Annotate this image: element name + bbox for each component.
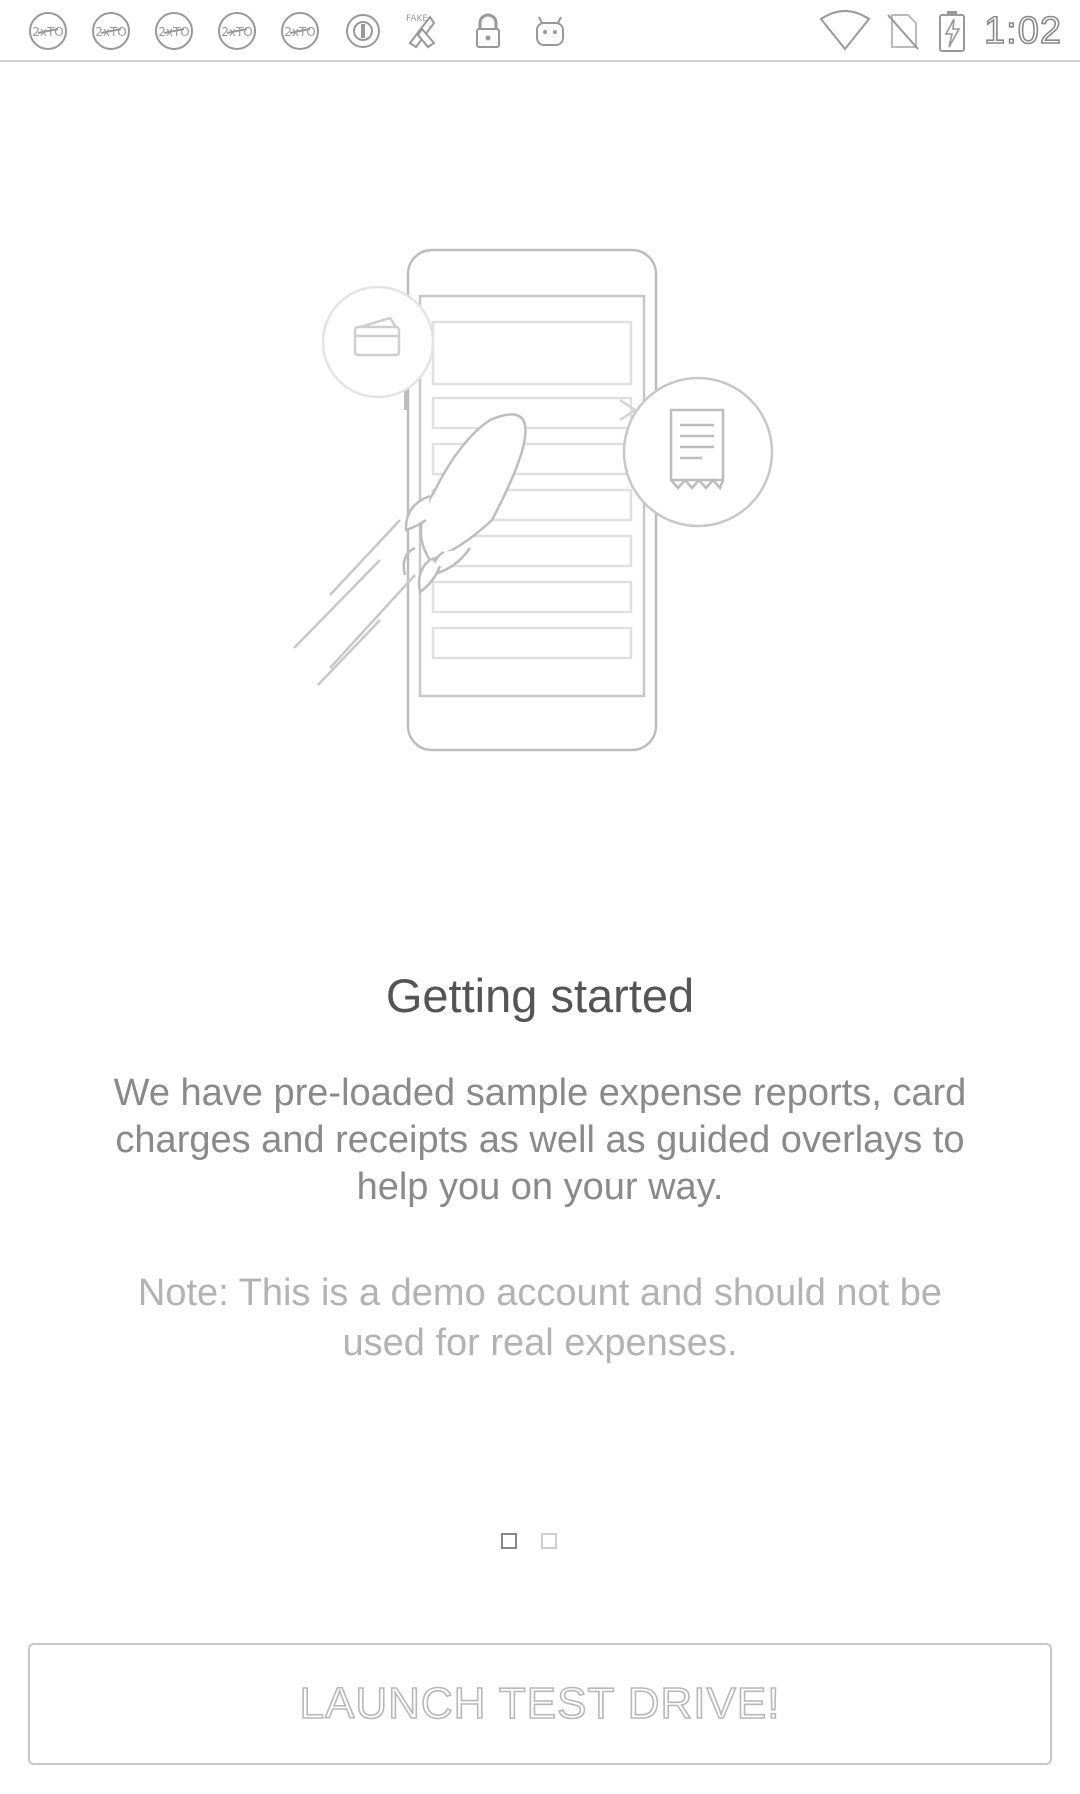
svg-text:2xTO: 2xTO xyxy=(158,25,190,39)
wifi-icon xyxy=(818,9,872,53)
notification-2xto-icon: 2xTO xyxy=(26,9,70,53)
page-dot-inactive[interactable] xyxy=(541,1533,557,1549)
svg-text:2xTO: 2xTO xyxy=(221,25,253,39)
svg-text:2xTO: 2xTO xyxy=(95,25,127,39)
status-bar: 2xTO 2xTO 2xTO 2xTO 2xTO FAKE 1:02 xyxy=(0,0,1080,62)
page-dot-active[interactable] xyxy=(501,1533,517,1549)
circle-badge-icon xyxy=(341,9,385,53)
launch-test-drive-button[interactable]: LAUNCH TEST DRIVE! xyxy=(28,1643,1052,1765)
onboarding-description: We have pre-loaded sample expense report… xyxy=(113,1072,967,1208)
page-indicator xyxy=(0,1533,1080,1549)
svg-text:FAKE: FAKE xyxy=(406,14,428,24)
demo-account-note: Note: This is a demo account and should … xyxy=(137,1272,943,1364)
svg-text:2xTO: 2xTO xyxy=(284,25,316,39)
onboarding-title: Getting started xyxy=(385,969,695,1022)
battery-charging-icon xyxy=(934,9,970,53)
svg-text:2xTO: 2xTO xyxy=(32,25,64,39)
lock-icon xyxy=(466,9,510,53)
onboarding-illustration xyxy=(230,230,790,810)
notification-2xto-icon: 2xTO xyxy=(278,9,322,53)
notification-2xto-icon: 2xTO xyxy=(152,9,196,53)
notification-2xto-icon: 2xTO xyxy=(89,9,133,53)
launch-button-label: LAUNCH TEST DRIVE! xyxy=(299,1678,781,1729)
notification-2xto-icon: 2xTO xyxy=(215,9,259,53)
status-time: 1:02 xyxy=(983,9,1062,53)
no-sim-icon xyxy=(880,9,924,53)
fake-gps-icon: FAKE xyxy=(400,9,444,53)
android-robot-icon xyxy=(528,9,572,53)
